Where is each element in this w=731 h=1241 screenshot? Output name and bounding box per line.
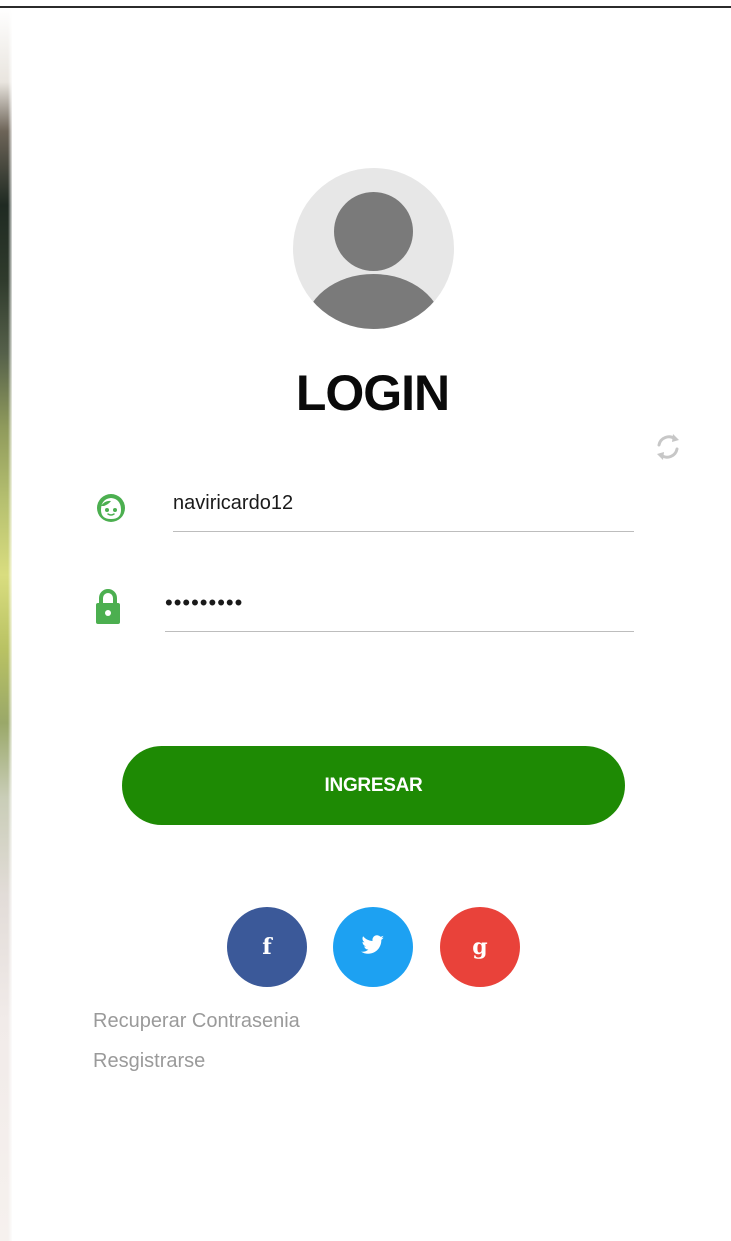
facebook-icon: f — [262, 934, 272, 960]
avatar-head — [334, 192, 413, 271]
page-title: LOGIN — [295, 365, 450, 421]
login-page: LOGIN naviricardo12 INGRESAR f g Recuper… — [0, 0, 731, 1241]
refresh-icon[interactable] — [651, 430, 685, 464]
twitter-icon — [361, 934, 385, 960]
ingresar-button[interactable]: INGRESAR — [122, 746, 625, 825]
facebook-button[interactable]: f — [227, 907, 307, 987]
google-icon: g — [472, 934, 488, 960]
twitter-button[interactable] — [333, 907, 413, 987]
username-underline — [173, 531, 634, 532]
recover-password-link[interactable]: Recuperar Contrasenia — [93, 1010, 300, 1033]
user-face-icon — [95, 492, 127, 524]
register-link[interactable]: Resgistrarse — [93, 1050, 205, 1073]
background-image-strip — [0, 8, 12, 1241]
top-border — [0, 6, 731, 8]
lock-icon — [93, 586, 123, 628]
avatar-body — [304, 274, 443, 329]
google-button[interactable]: g — [440, 907, 520, 987]
password-underline — [165, 631, 634, 632]
avatar-icon — [293, 168, 454, 329]
password-field[interactable] — [165, 588, 633, 618]
username-field[interactable] — [173, 488, 633, 518]
